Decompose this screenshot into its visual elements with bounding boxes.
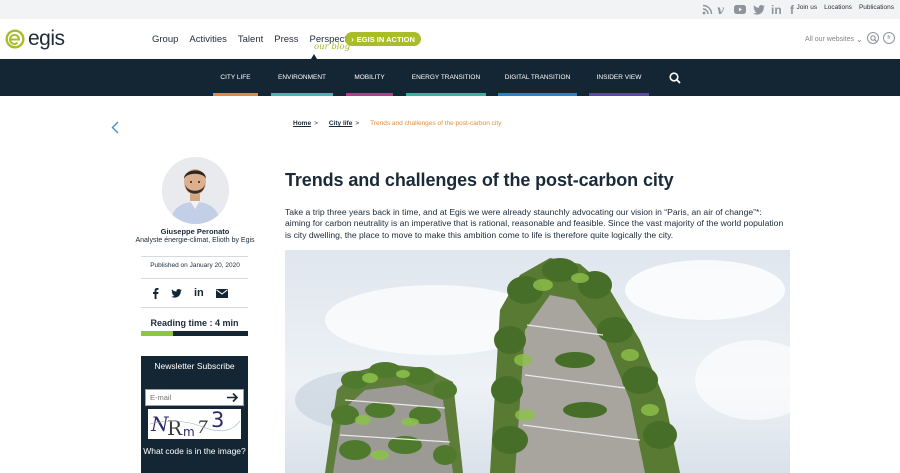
category-mobility[interactable]: MOBILITY: [346, 59, 393, 96]
svg-text:R: R: [167, 416, 183, 439]
chevron-right-icon: ›: [351, 34, 354, 44]
category-underline: [271, 93, 333, 96]
youtube-icon[interactable]: [734, 1, 746, 18]
divider: [141, 278, 248, 279]
author-info: Giuseppe Peronato Analyste énergie-clima…: [130, 228, 260, 245]
egis-logo[interactable]: egis: [5, 28, 65, 50]
search-icon[interactable]: [669, 72, 681, 84]
linkedin-icon[interactable]: in: [194, 287, 204, 299]
category-label: ENERGY TRANSITION: [411, 74, 481, 81]
publications-link[interactable]: Publications: [859, 4, 894, 11]
captcha-image: N R m 7 3: [148, 408, 241, 440]
category-underline: [406, 93, 486, 96]
nav-group[interactable]: Group: [152, 34, 178, 45]
category-underline: [589, 93, 649, 96]
egis-logo-mark: [5, 29, 25, 49]
captcha-question: What code is in the image?: [143, 446, 246, 456]
article-hero-image: [285, 250, 790, 473]
breadcrumb-city-life[interactable]: City life: [329, 120, 352, 127]
breadcrumb-separator: >: [355, 120, 360, 127]
facebook-icon[interactable]: f: [790, 1, 794, 18]
category-label: INSIDER VIEW: [596, 74, 642, 81]
logo-word: egis: [28, 27, 65, 50]
svg-text:m: m: [183, 425, 195, 439]
breadcrumb-current: Trends and challenges of the post-carbon…: [370, 120, 502, 127]
rss-icon[interactable]: [702, 1, 713, 18]
arrow-right-icon[interactable]: [227, 392, 239, 403]
newsletter-title: Newsletter Subscribe: [154, 361, 235, 371]
email-field-wrapper: [145, 389, 244, 406]
mail-icon[interactable]: [215, 288, 228, 298]
email-field[interactable]: [150, 393, 228, 402]
svg-text:3: 3: [211, 409, 224, 432]
category-underline: [346, 93, 393, 96]
egis-in-action-button[interactable]: › EGIS IN ACTION: [345, 32, 421, 46]
language-button[interactable]: fr: [883, 32, 895, 44]
category-label: CITY LIFE: [220, 74, 251, 81]
chevron-down-icon: ⌄: [856, 35, 863, 44]
action-button-label: EGIS IN ACTION: [356, 34, 415, 44]
category-bar: CITY LIFE ENVIRONMENT MOBILITY ENERGY TR…: [0, 59, 900, 96]
category-label: DIGITAL TRANSITION: [504, 74, 571, 81]
search-icon: [869, 34, 877, 42]
site-header: egis Group Activities Talent Press Persp…: [0, 19, 900, 59]
category-city-life[interactable]: CITY LIFE: [213, 59, 258, 96]
article-intro: Take a trip three years back in time, an…: [285, 207, 784, 240]
page-title: Trends and challenges of the post-carbon…: [285, 170, 674, 190]
category-underline: [213, 93, 258, 96]
reading-progress-bar: [141, 331, 248, 336]
category-environment[interactable]: ENVIRONMENT: [271, 59, 333, 96]
back-arrow-icon[interactable]: [111, 121, 119, 134]
all-websites-dropdown[interactable]: All our websites ⌄: [805, 35, 863, 44]
all-websites-label: All our websites: [805, 36, 855, 43]
vimeo-icon[interactable]: v: [717, 1, 724, 18]
locations-link[interactable]: Locations: [824, 4, 852, 11]
divider: [141, 256, 248, 257]
divider: [141, 307, 248, 308]
breadcrumb: Home > City life > Trends and challenges…: [293, 120, 501, 127]
reading-time: Reading time : 4 min: [150, 318, 239, 328]
category-digital-transition[interactable]: DIGITAL TRANSITION: [498, 59, 577, 96]
blog-tagline: our blog: [314, 42, 351, 52]
category-underline: [498, 93, 577, 96]
facebook-icon[interactable]: [152, 287, 159, 299]
join-us-link[interactable]: Join us: [797, 4, 818, 11]
nav-activities[interactable]: Activities: [189, 34, 226, 45]
category-energy-transition[interactable]: ENERGY TRANSITION: [406, 59, 486, 96]
reading-progress-fill: [141, 331, 174, 336]
newsletter-box: Newsletter Subscribe N R m 7 3 What code…: [141, 356, 248, 473]
language-label: fr: [887, 35, 891, 41]
top-utility-bar: v in f Join us Locations Publications: [0, 0, 900, 19]
header-search-button[interactable]: [867, 32, 879, 44]
published-date: Published on January 20, 2020: [150, 262, 240, 269]
linkedin-icon[interactable]: in: [771, 1, 782, 18]
category-insider-view[interactable]: INSIDER VIEW: [589, 59, 649, 96]
author-role: Analyste énergie-climat, Elioth by Egis: [135, 237, 255, 244]
twitter-icon[interactable]: [753, 1, 765, 18]
avatar: [162, 157, 229, 224]
twitter-icon[interactable]: [171, 288, 182, 298]
share-icons: in: [152, 287, 228, 299]
category-label: MOBILITY: [354, 74, 385, 81]
author-name: Giuseppe Peronato: [160, 227, 230, 236]
nav-press[interactable]: Press: [274, 34, 298, 45]
top-links: Join us Locations Publications: [797, 4, 895, 11]
breadcrumb-separator: >: [314, 120, 318, 127]
nav-talent[interactable]: Talent: [238, 34, 263, 45]
breadcrumb-home[interactable]: Home: [293, 120, 311, 127]
category-label: ENVIRONMENT: [277, 74, 327, 81]
